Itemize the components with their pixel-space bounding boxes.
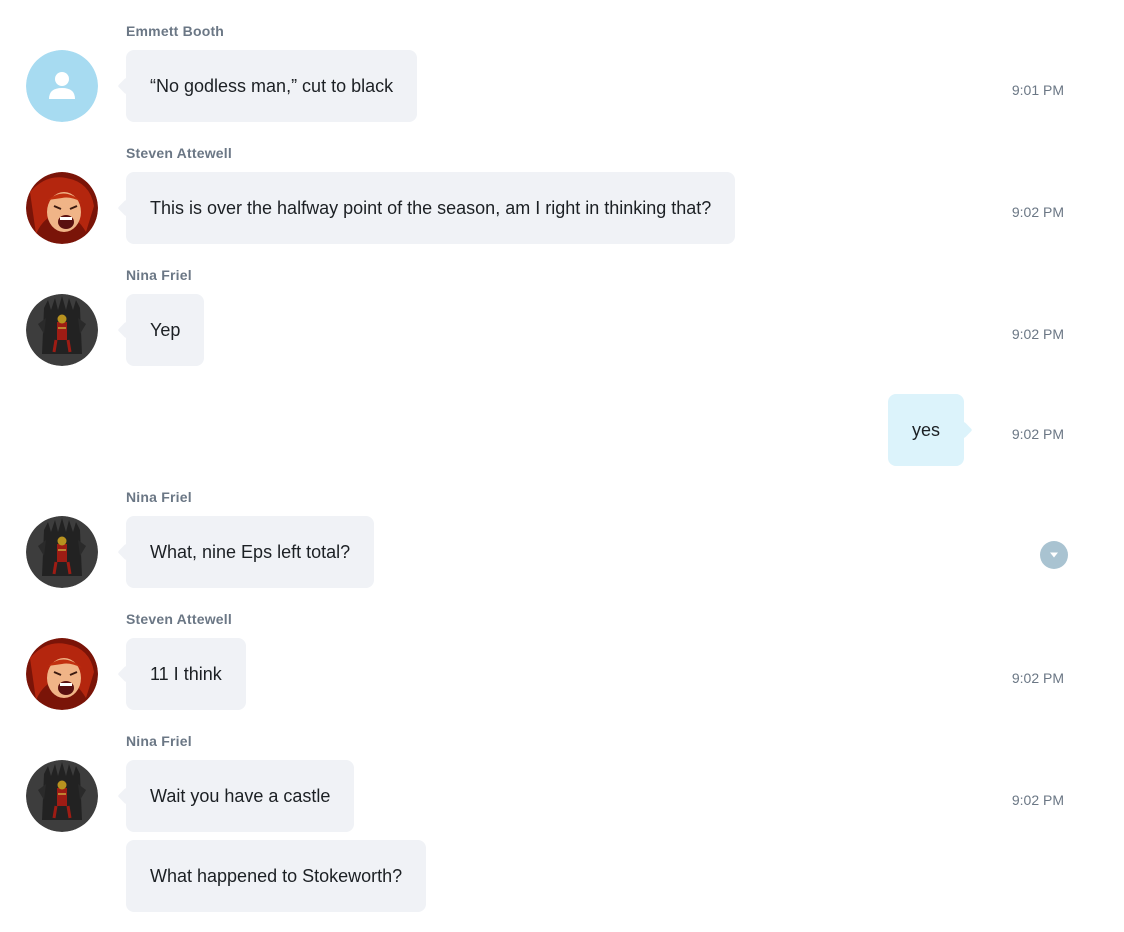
message-options-button[interactable]	[1040, 541, 1068, 569]
message-text: What happened to Stokeworth?	[150, 866, 403, 886]
message-text: “No godless man,” cut to black	[150, 76, 394, 96]
iron-throne-avatar	[26, 760, 98, 832]
message-text: Yep	[150, 320, 181, 340]
avatar[interactable]	[26, 516, 98, 588]
avatar[interactable]	[26, 760, 98, 832]
avatar[interactable]	[26, 50, 98, 122]
message-text: 11 I think	[150, 664, 222, 684]
own-message-bubble[interactable]: yes	[887, 394, 964, 466]
timestamp: 9:02 PM	[1011, 204, 1064, 220]
avatar[interactable]	[26, 294, 98, 366]
timestamp: 9:01 PM	[1011, 82, 1064, 98]
timestamp: 9:02 PM	[1011, 670, 1064, 686]
sender-name[interactable]: Nina Friel	[126, 267, 192, 283]
timestamp: 9:02 PM	[1011, 426, 1064, 442]
avatar[interactable]	[26, 172, 98, 244]
message-text: Wait you have a castle	[150, 786, 331, 806]
chat-thread: Emmett Booth “No godless man,” cut to bl…	[0, 0, 1124, 932]
message-bubble[interactable]: This is over the halfway point of the se…	[126, 172, 736, 244]
iron-throne-avatar	[26, 516, 98, 588]
iron-throne-avatar	[26, 294, 98, 366]
sender-name[interactable]: Steven Attewell	[126, 145, 232, 161]
message-text: This is over the halfway point of the se…	[150, 198, 712, 218]
red-haired-avatar	[26, 638, 98, 710]
message-bubble[interactable]: 11 I think	[126, 638, 246, 710]
message-bubble[interactable]: What, nine Eps left total?	[126, 516, 375, 588]
sender-name[interactable]: Nina Friel	[126, 733, 192, 749]
chevron-down-icon	[1050, 552, 1058, 558]
sender-name[interactable]: Nina Friel	[126, 489, 192, 505]
message-bubble[interactable]: “No godless man,” cut to black	[126, 50, 418, 122]
message-bubble[interactable]: Yep	[126, 294, 205, 366]
red-haired-avatar	[26, 172, 98, 244]
sender-name[interactable]: Emmett Booth	[126, 23, 224, 39]
message-bubble[interactable]: Wait you have a castle	[126, 760, 355, 832]
message-text: yes	[911, 420, 940, 440]
message-bubble[interactable]: What happened to Stokeworth?	[126, 840, 427, 912]
sender-name[interactable]: Steven Attewell	[126, 611, 232, 627]
default-user-icon	[26, 50, 98, 122]
timestamp: 9:02 PM	[1011, 792, 1064, 808]
message-text: What, nine Eps left total?	[150, 542, 351, 562]
timestamp: 9:02 PM	[1011, 326, 1064, 342]
avatar[interactable]	[26, 638, 98, 710]
